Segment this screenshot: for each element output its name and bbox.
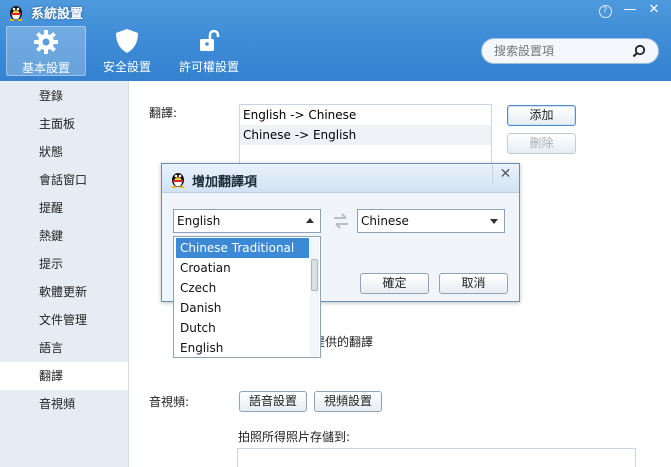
delete-button[interactable]: 刪除	[507, 133, 576, 154]
dialog-close-button[interactable]: ✕	[492, 165, 518, 184]
sidebar-item-hotkeys[interactable]: 熱鍵	[0, 222, 128, 250]
help-icon: ?	[598, 5, 612, 18]
swap-arrows-icon[interactable]	[332, 213, 350, 232]
cancel-button[interactable]: 取消	[439, 273, 508, 294]
sidebar-item-reminder[interactable]: 提醒	[0, 194, 128, 222]
dropdown-scroll-thumb[interactable]	[311, 259, 318, 291]
chevron-down-icon	[490, 219, 498, 224]
search-icon[interactable]	[632, 44, 646, 61]
title-bar[interactable]: 系統設置 ? — ✕	[0, 0, 671, 24]
photo-path-field[interactable]	[237, 448, 636, 467]
window-title: 系統設置	[31, 7, 84, 22]
dropdown-option[interactable]: Czech	[176, 278, 309, 298]
chevron-up-icon	[306, 218, 314, 223]
translate-label: 翻譯:	[149, 106, 178, 120]
qq-penguin-icon	[170, 170, 186, 188]
voice-settings-button[interactable]: 語音設置	[239, 391, 307, 412]
sidebar-item-translation[interactable]: 翻譯	[0, 362, 128, 390]
qq-penguin-icon	[8, 3, 24, 21]
source-language-value: English	[177, 214, 221, 228]
tab-permission-settings-label: 許可權設置	[178, 60, 239, 74]
shield-icon	[114, 28, 140, 54]
sidebar-item-main-panel[interactable]: 主面板	[0, 110, 128, 138]
dropdown-option[interactable]: Dutch	[176, 318, 309, 338]
sidebar-item-language[interactable]: 語言	[0, 334, 128, 362]
minimize-button[interactable]: —	[621, 2, 639, 18]
tab-basic-settings[interactable]: 基本設置	[6, 26, 86, 76]
close-button[interactable]: ✕	[645, 2, 663, 18]
list-item[interactable]: Chinese -> English	[240, 125, 491, 145]
target-language-select[interactable]: Chinese	[357, 209, 505, 233]
tab-permission-settings[interactable]: 許可權設置	[172, 26, 246, 76]
help-button[interactable]: ?	[596, 2, 614, 18]
dropdown-option[interactable]: Danish	[176, 298, 309, 318]
photo-save-label: 拍照所得照片存儲到:	[238, 430, 351, 444]
confirm-button[interactable]: 確定	[360, 273, 429, 294]
dropdown-scrollbar[interactable]	[310, 238, 319, 356]
search-input[interactable]	[494, 44, 624, 58]
dialog-title: 增加翻譯項	[192, 175, 258, 190]
sidebar-item-login[interactable]: 登錄	[0, 82, 128, 110]
sidebar-item-software-update[interactable]: 軟體更新	[0, 278, 128, 306]
video-settings-button[interactable]: 視頻設置	[314, 391, 382, 412]
sidebar-item-tips[interactable]: 提示	[0, 250, 128, 278]
tab-security-settings-label: 安全設置	[102, 60, 151, 74]
sidebar-item-audio-video[interactable]: 音視頻	[0, 390, 128, 418]
translate-list[interactable]: English -> Chinese Chinese -> English	[239, 104, 492, 164]
sidebar-item-status[interactable]: 狀態	[0, 138, 128, 166]
sidebar: 登錄 主面板 狀態 會話窗口 提醒 熱鍵 提示 軟體更新 文件管理 語言 翻譯 …	[0, 81, 129, 467]
language-dropdown-list[interactable]: Chinese Traditional Croatian Czech Danis…	[173, 236, 321, 358]
source-language-select[interactable]: English	[173, 209, 321, 233]
list-item[interactable]: English -> Chinese	[240, 105, 491, 125]
audio-video-label: 音視頻:	[149, 395, 190, 409]
target-language-value: Chinese	[361, 214, 409, 228]
dropdown-option[interactable]: English	[176, 338, 309, 358]
padlock-icon	[196, 28, 222, 54]
dropdown-option[interactable]: Croatian	[176, 258, 309, 278]
add-button[interactable]: 添加	[507, 105, 576, 126]
dropdown-option[interactable]: Chinese Traditional	[176, 238, 309, 258]
provided-translation-text: 提供的翻譯	[313, 335, 374, 349]
sidebar-item-chat-window[interactable]: 會話窗口	[0, 166, 128, 194]
search-box[interactable]	[481, 38, 659, 64]
sidebar-item-file-management[interactable]: 文件管理	[0, 306, 128, 334]
tab-security-settings[interactable]: 安全設置	[98, 26, 156, 76]
header: 系統設置 ? — ✕ 基本設置 安全設置 許可權設置 搜索設置項	[0, 0, 671, 81]
dialog-title-bar[interactable]: 增加翻譯項 ✕	[162, 164, 519, 193]
tab-basic-settings-label: 基本設置	[21, 61, 70, 75]
gear-icon	[33, 29, 59, 55]
